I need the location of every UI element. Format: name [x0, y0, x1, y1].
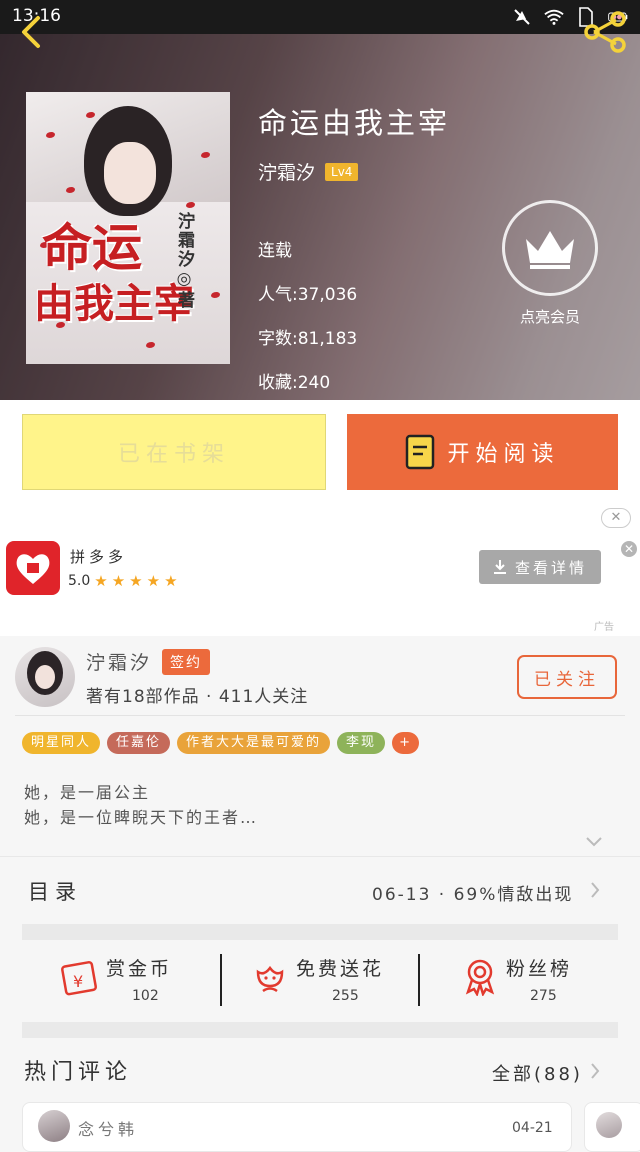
vip-label[interactable]: 点亮会员: [500, 306, 600, 327]
chevron-left-icon: [22, 16, 40, 48]
gift-label: 粉丝榜: [506, 958, 573, 980]
commenter-name[interactable]: 念兮韩: [78, 1116, 138, 1140]
gift-count: 255: [332, 988, 359, 1004]
back-button[interactable]: [14, 12, 50, 52]
signed-badge: 签约: [162, 648, 211, 675]
send-flower-button[interactable]: 免费送花 255: [250, 950, 420, 1014]
medal-icon: [460, 956, 500, 998]
divider: [15, 715, 625, 716]
svg-text:¥: ¥: [73, 972, 83, 991]
start-reading-label: 开始阅读: [447, 442, 560, 467]
tag-chip[interactable]: 作者大大是最可爱的: [177, 732, 331, 754]
toc-label[interactable]: 目录: [28, 876, 82, 906]
commenter-avatar[interactable]: [596, 1112, 622, 1138]
book-icon: [406, 434, 435, 470]
gift-count: 275: [530, 988, 557, 1004]
tag-chip[interactable]: 明星同人: [22, 732, 101, 754]
book-word-count: 字数:81,183: [258, 329, 358, 349]
tag-chip[interactable]: 李现: [337, 732, 386, 754]
share-icon: [584, 11, 626, 53]
cover-face: [104, 142, 156, 204]
gift-count: 102: [132, 988, 159, 1004]
star-icon: ★: [129, 572, 143, 590]
book-status: 连载: [258, 241, 292, 261]
star-icon: ★: [94, 572, 108, 590]
mute-icon: [512, 7, 532, 27]
book-popularity: 人气:37,036: [258, 285, 358, 305]
book-favorites: 收藏:240: [258, 373, 331, 393]
expand-description-button[interactable]: [585, 834, 603, 848]
toc-latest-chapter[interactable]: 06-13 · 69%情敌出现: [372, 880, 573, 905]
ad-dismiss-button[interactable]: ✕: [601, 508, 631, 528]
share-button[interactable]: [582, 10, 628, 54]
tag-chip[interactable]: 任嘉伦: [107, 732, 171, 754]
divider: [220, 954, 222, 1006]
comment-date: 04-21: [512, 1120, 553, 1136]
gift-label: 赏金币: [106, 958, 173, 980]
book-author[interactable]: 泞霜汐: [258, 158, 315, 185]
book-description[interactable]: 她，是一届公主 她，是一位睥睨天下的王者…: [24, 780, 258, 830]
download-icon: [493, 560, 506, 574]
coin-reward-button[interactable]: ¥ 赏金币 102: [60, 950, 230, 1014]
vip-button[interactable]: [502, 200, 598, 296]
wifi-icon: [544, 7, 564, 27]
star-icon: ★: [111, 572, 126, 590]
ad-details-button[interactable]: 查看详情: [479, 550, 601, 584]
ad-app-name: 拼多多: [70, 548, 128, 566]
ad-rating-value: 5.0: [68, 573, 91, 589]
book-title: 命运由我主宰: [258, 106, 451, 140]
ad-rating: 5.0 ★ ★ ★ ★ ★: [68, 572, 178, 590]
description-line: 她，是一届公主: [24, 783, 151, 802]
chevron-right-icon[interactable]: [590, 1062, 600, 1080]
cover-title-line2: 由我主宰: [34, 280, 194, 327]
status-bar: 13:16: [0, 0, 640, 34]
star-icon: ★: [164, 572, 178, 590]
fan-ranking-button[interactable]: 粉丝榜 275: [460, 950, 630, 1014]
hot-comments-title: 热门评论: [24, 1060, 133, 1085]
book-author-line[interactable]: 泞霜汐 Lv4: [258, 158, 359, 185]
section-gap: [22, 924, 618, 940]
cover-author: 泞霜汐◎著: [174, 212, 194, 310]
coin-envelope-icon: ¥: [60, 956, 100, 996]
ad-close-icon[interactable]: ✕: [621, 541, 637, 557]
author-avatar[interactable]: [15, 647, 75, 707]
in-shelf-button[interactable]: 已在书架: [22, 414, 326, 490]
flower-icon: [250, 956, 290, 996]
chevron-right-icon[interactable]: [590, 881, 600, 899]
author-stats: 著有18部作品 · 411人关注: [86, 687, 309, 707]
star-icon: ★: [146, 572, 161, 590]
pinduoduo-logo-icon[interactable]: [6, 541, 60, 595]
all-comments-link[interactable]: 全部(88): [492, 1060, 583, 1086]
crown-icon: [526, 231, 574, 269]
ad-details-label: 查看详情: [514, 558, 587, 577]
section-gap: [22, 1022, 618, 1038]
ad-tag: 广告: [594, 622, 614, 633]
chevron-down-icon: [586, 837, 602, 847]
level-badge: Lv4: [325, 162, 359, 181]
tag-list: 明星同人 任嘉伦 作者大大是最可爱的 李现 +: [22, 732, 419, 754]
cover-title-line1: 命运: [42, 218, 142, 277]
gift-label: 免费送花: [296, 958, 385, 980]
book-cover[interactable]: 命运 由我主宰 泞霜汐◎著: [26, 92, 230, 364]
add-tag-button[interactable]: +: [392, 732, 419, 754]
follow-button[interactable]: 已关注: [517, 655, 617, 699]
author-name-row[interactable]: 泞霜汐 签约: [86, 648, 211, 675]
commenter-avatar[interactable]: [38, 1110, 70, 1142]
author-name[interactable]: 泞霜汐: [86, 648, 152, 675]
divider: [418, 954, 420, 1006]
start-reading-button[interactable]: 开始阅读: [347, 414, 618, 490]
description-line: 她，是一位睥睨天下的王者…: [24, 808, 259, 827]
